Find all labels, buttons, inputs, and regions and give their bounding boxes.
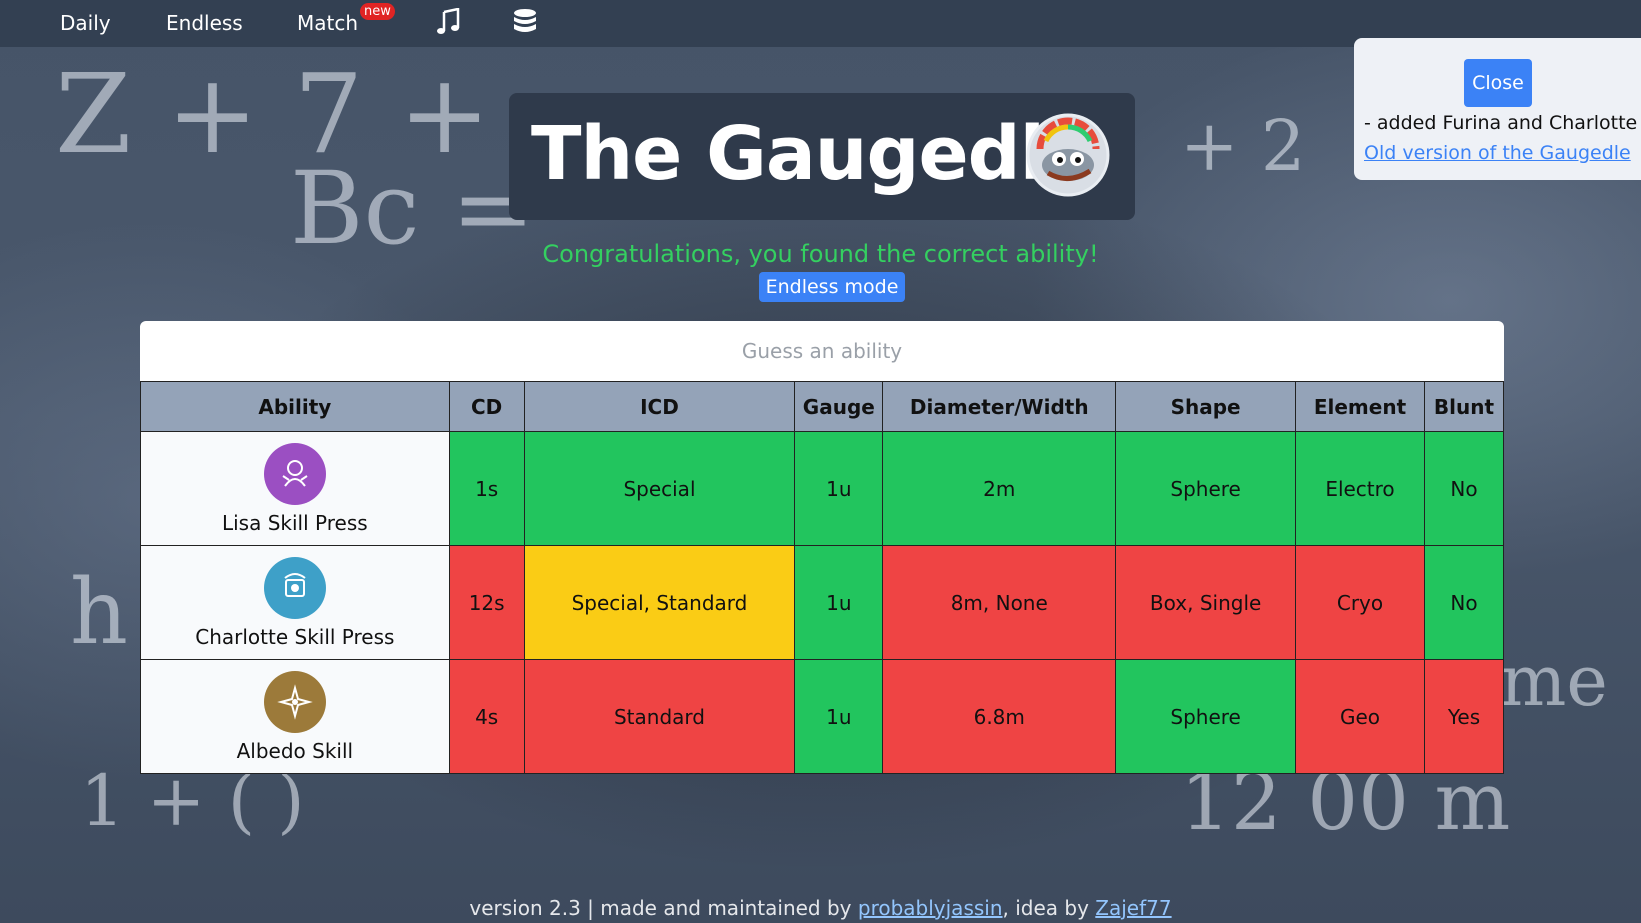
update-notice: Close - added Furina and Charlotte Old v… bbox=[1354, 38, 1641, 180]
old-version-link[interactable]: Old version of the Gaugedle bbox=[1364, 142, 1631, 164]
new-badge: new bbox=[360, 3, 395, 20]
update-message: - added Furina and Charlotte bbox=[1364, 112, 1638, 134]
icd-cell: Special bbox=[523, 431, 796, 546]
chalk-doodle: Z + 7 + bbox=[55, 50, 491, 178]
footer: version 2.3 | made and maintained by pro… bbox=[0, 896, 1641, 920]
cd-cell: 1s bbox=[448, 431, 525, 546]
header-element: Element bbox=[1295, 381, 1425, 432]
nav-match[interactable]: Match bbox=[297, 11, 358, 35]
title-banner: The Gaugedle bbox=[509, 93, 1135, 220]
results-table: Ability CD ICD Gauge Diameter/Width Shap… bbox=[140, 381, 1505, 774]
ability-name: Albedo Skill bbox=[236, 738, 354, 763]
header-diameter: Diameter/Width bbox=[882, 381, 1117, 432]
endless-mode-button[interactable]: Endless mode bbox=[759, 272, 905, 302]
shape-cell: Sphere bbox=[1115, 659, 1297, 774]
footer-idea-text: , idea by bbox=[1002, 896, 1096, 920]
chalk-doodle: h bbox=[70, 560, 128, 665]
header-cd: CD bbox=[448, 381, 525, 432]
guess-input[interactable] bbox=[140, 321, 1504, 381]
charlotte-skill-icon bbox=[263, 556, 326, 619]
blunt-cell: Yes bbox=[1423, 659, 1505, 774]
cd-cell: 12s bbox=[448, 545, 525, 660]
blunt-cell: No bbox=[1423, 431, 1505, 546]
lisa-skill-icon bbox=[263, 442, 326, 505]
database-icon[interactable] bbox=[512, 8, 538, 40]
nav-endless[interactable]: Endless bbox=[166, 11, 243, 35]
chalk-doodle: + 2 bbox=[1180, 105, 1306, 187]
header-ability: Ability bbox=[140, 381, 450, 432]
ability-name: Charlotte Skill Press bbox=[195, 624, 395, 649]
cd-cell: 4s bbox=[448, 659, 525, 774]
header-shape: Shape bbox=[1115, 381, 1297, 432]
author-link[interactable]: probablyjassin bbox=[858, 896, 1003, 920]
diameter-cell: 6.8m bbox=[882, 659, 1117, 774]
element-cell: Cryo bbox=[1295, 545, 1425, 660]
idea-link[interactable]: Zajef77 bbox=[1095, 896, 1171, 920]
gauge-cell: 1u bbox=[794, 545, 884, 660]
element-cell: Electro bbox=[1295, 431, 1425, 546]
shape-cell: Sphere bbox=[1115, 431, 1297, 546]
diameter-cell: 2m bbox=[882, 431, 1117, 546]
icd-cell: Special, Standard bbox=[523, 545, 796, 660]
albedo-skill-icon bbox=[263, 670, 326, 733]
ability-name: Lisa Skill Press bbox=[221, 510, 368, 535]
header-gauge: Gauge bbox=[794, 381, 884, 432]
header-blunt: Blunt bbox=[1423, 381, 1505, 432]
table-row: Albedo Skill 4s Standard 1u 6.8m Sphere … bbox=[140, 659, 1505, 774]
shape-cell: Box, Single bbox=[1115, 545, 1297, 660]
element-cell: Geo bbox=[1295, 659, 1425, 774]
table-row: Lisa Skill Press 1s Special 1u 2m Sphere… bbox=[140, 431, 1505, 546]
gauge-cell: 1u bbox=[794, 431, 884, 546]
gauge-frog-logo-icon bbox=[1026, 113, 1110, 197]
icd-cell: Standard bbox=[523, 659, 796, 774]
gauge-cell: 1u bbox=[794, 659, 884, 774]
nav-daily[interactable]: Daily bbox=[60, 11, 111, 35]
congrats-message: Congratulations, you found the correct a… bbox=[542, 240, 1099, 268]
page-title: The Gaugedle bbox=[531, 111, 1094, 197]
blunt-cell: No bbox=[1423, 545, 1505, 660]
ability-cell: Lisa Skill Press bbox=[140, 431, 450, 546]
header-icd: ICD bbox=[523, 381, 796, 432]
diameter-cell: 8m, None bbox=[882, 545, 1117, 660]
table-row: Charlotte Skill Press 12s Special, Stand… bbox=[140, 545, 1505, 660]
table-header-row: Ability CD ICD Gauge Diameter/Width Shap… bbox=[140, 381, 1505, 432]
footer-version: version 2.3 | made and maintained by bbox=[469, 896, 858, 920]
music-note-icon[interactable] bbox=[436, 7, 462, 40]
chalk-doodle: me bbox=[1500, 640, 1608, 722]
ability-cell: Albedo Skill bbox=[140, 659, 450, 774]
ability-cell: Charlotte Skill Press bbox=[140, 545, 450, 660]
close-button[interactable]: Close bbox=[1464, 59, 1532, 107]
